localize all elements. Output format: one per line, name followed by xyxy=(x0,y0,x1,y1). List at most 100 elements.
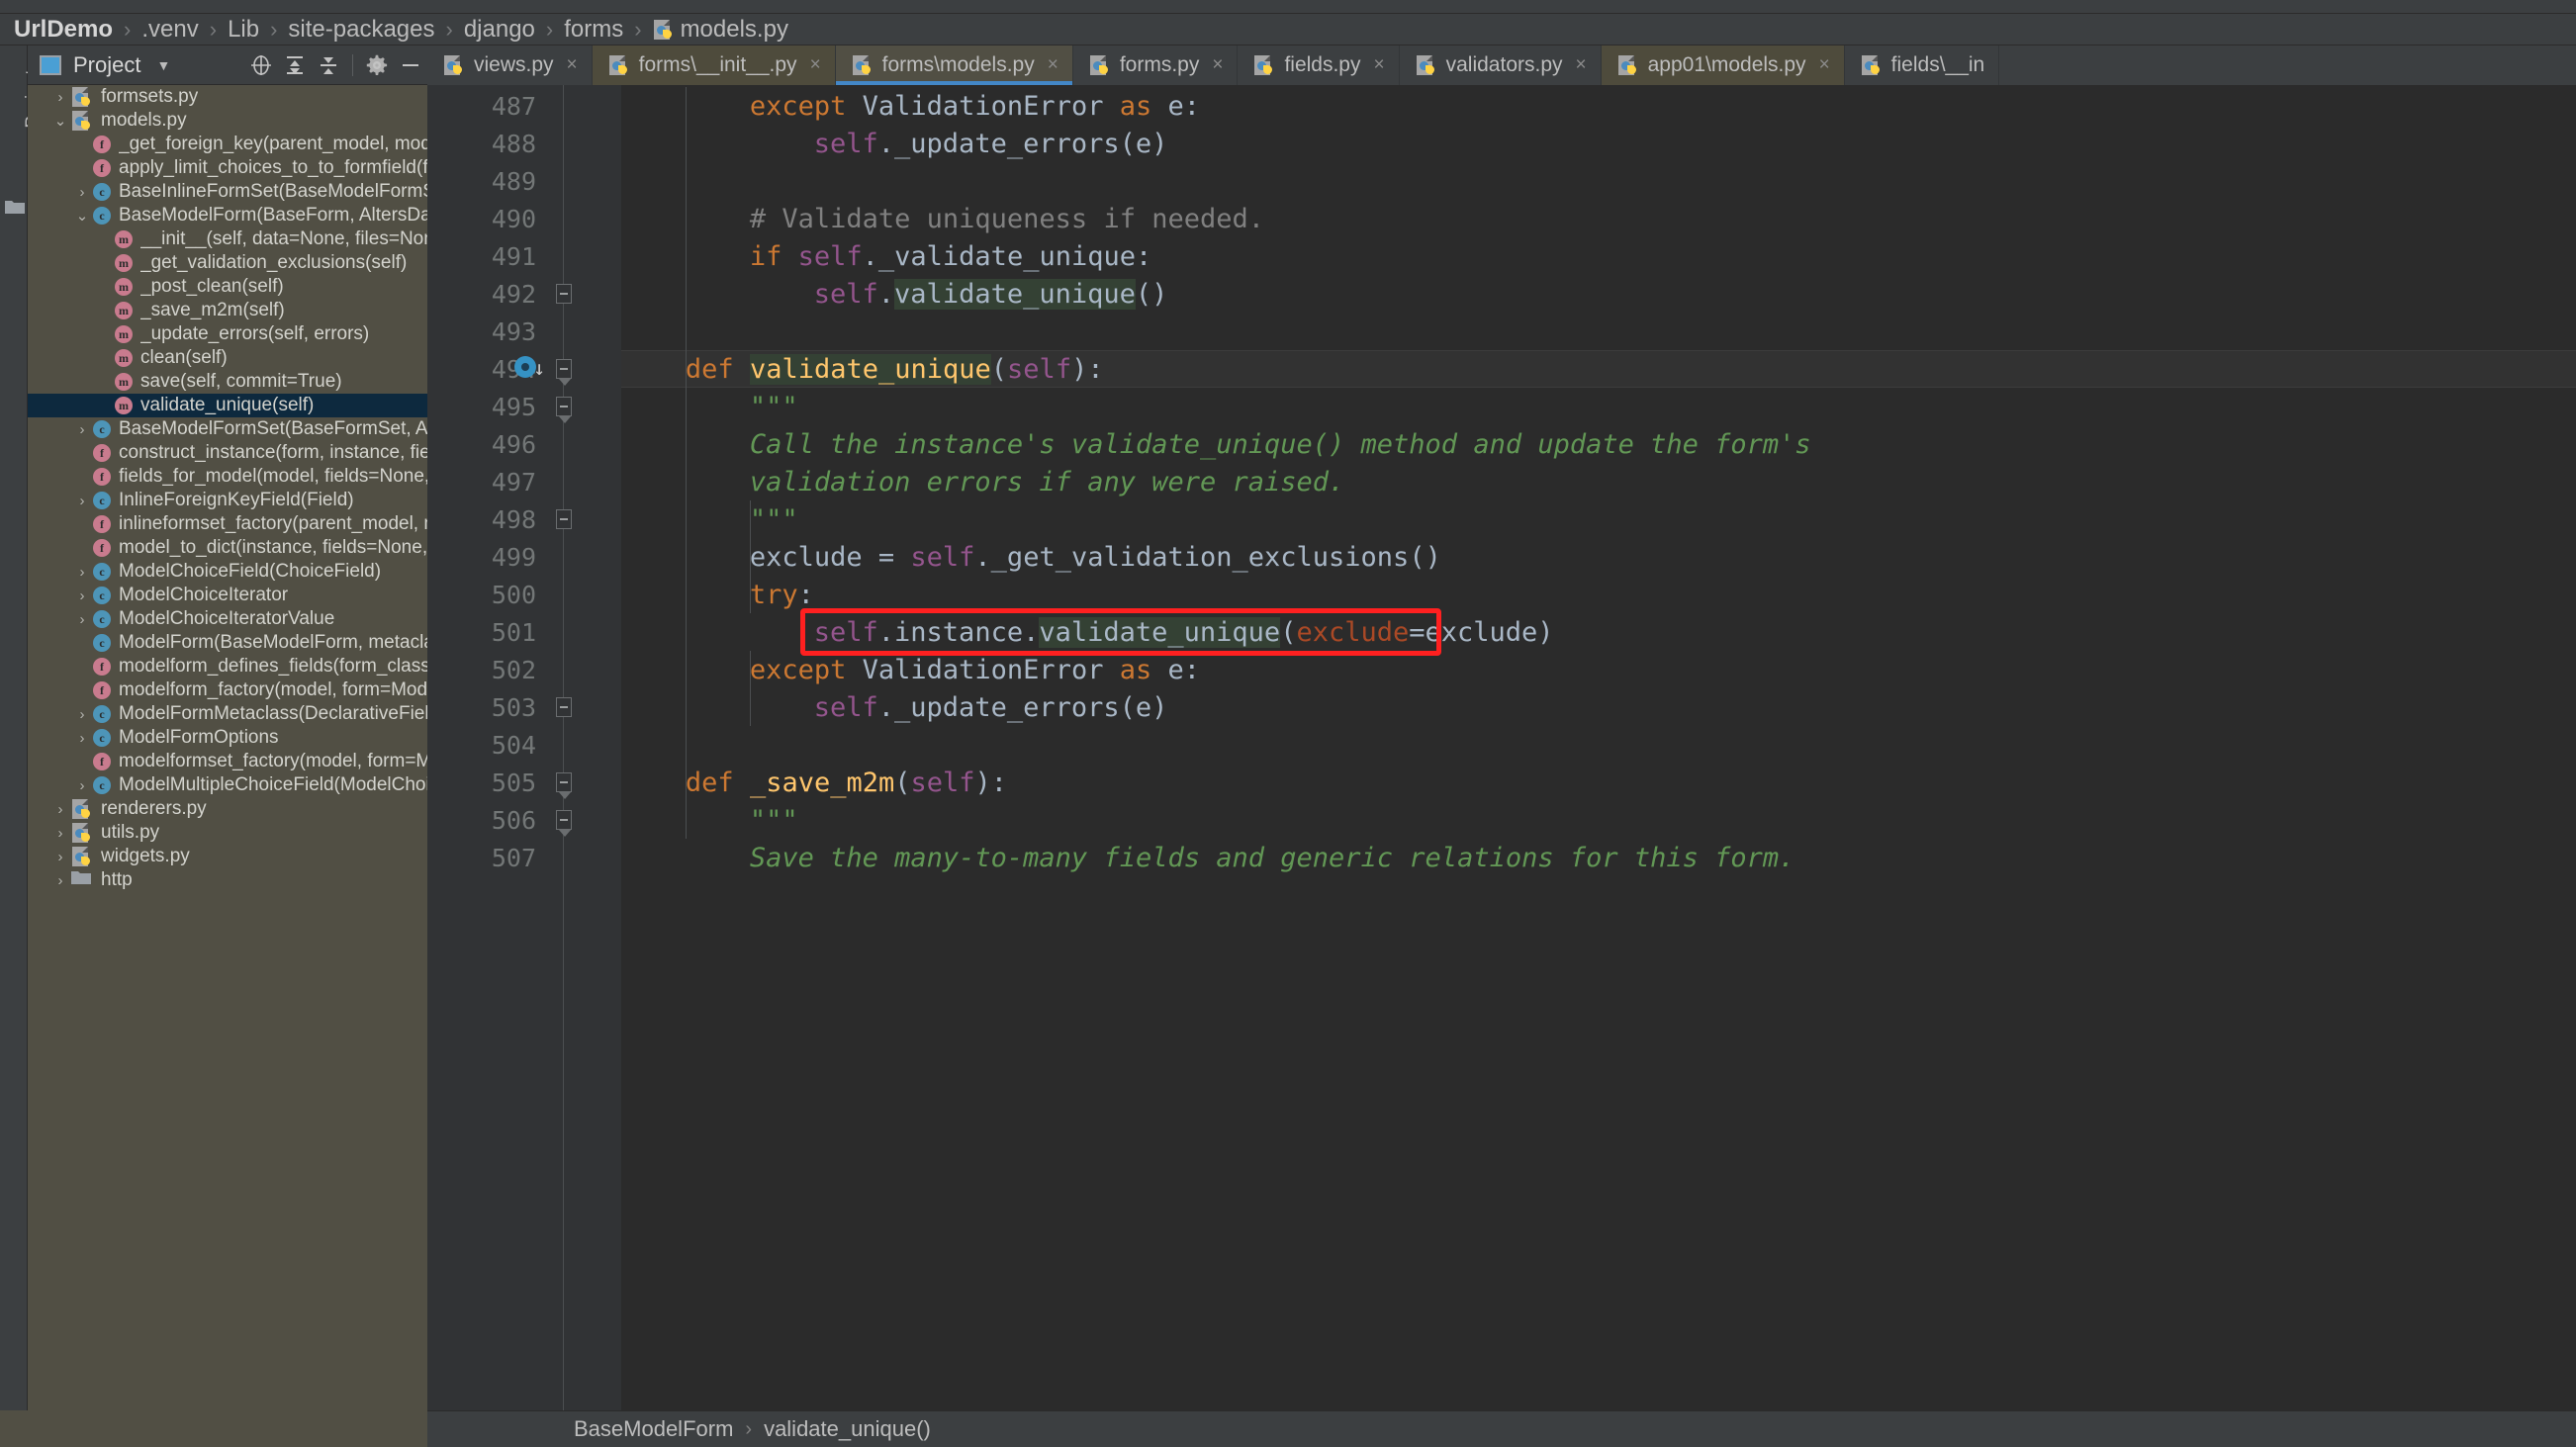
breadcrumb-item-site-packages[interactable]: site-packages xyxy=(288,16,434,44)
editor-tab[interactable]: validators.py × xyxy=(1399,45,1602,85)
editor-tab[interactable]: forms\models.py × xyxy=(835,45,1073,85)
tree-item[interactable]: ›f apply_limit_choices_to_to_formfield(fo… xyxy=(28,156,427,180)
chevron-right-icon[interactable]: › xyxy=(71,493,93,509)
code-line[interactable]: 496 Call the instance's validate_unique()… xyxy=(427,425,2576,463)
code-line[interactable]: 490 # Validate uniqueness if needed. xyxy=(427,200,2576,237)
close-icon[interactable]: × xyxy=(1819,54,1830,76)
code-line[interactable]: 505 def _save_m2m(self): xyxy=(427,764,2576,801)
tree-item[interactable]: › formsets.py xyxy=(28,85,427,109)
close-icon[interactable]: × xyxy=(1576,54,1587,76)
breadcrumb-item-lib[interactable]: Lib xyxy=(228,16,259,44)
chevron-right-icon[interactable]: › xyxy=(49,849,71,865)
chevron-right-icon[interactable]: › xyxy=(71,564,93,581)
editor-tab[interactable]: forms.py × xyxy=(1072,45,1239,85)
tree-item[interactable]: ›c BaseModelFormSet(BaseFormSet, AltersDa xyxy=(28,417,428,441)
collapse-all-icon[interactable] xyxy=(312,45,345,85)
chevron-right-icon[interactable]: › xyxy=(71,588,93,604)
code-line[interactable]: 507 Save the many-to-many fields and gene… xyxy=(427,839,2576,876)
tree-item[interactable]: ›m _get_validation_exclusions(self) xyxy=(28,251,427,275)
chevron-down-icon[interactable]: ▼ xyxy=(156,57,170,73)
breadcrumb-item-urldemo[interactable]: UrlDemo xyxy=(14,16,113,44)
breadcrumb-class[interactable]: BaseModelForm xyxy=(574,1416,733,1442)
code-editor[interactable]: 487 except ValidationError as e: 488 self._… xyxy=(427,85,2576,1410)
tree-item[interactable]: ›c ModelForm(BaseModelForm, metaclass=N xyxy=(28,631,427,655)
tree-item[interactable]: ›c ModelMultipleChoiceField(ModelChoiceFi xyxy=(28,773,428,797)
tree-item[interactable]: › c BaseInlineFormSet(BaseModelFormSet) xyxy=(28,180,428,204)
tree-item[interactable]: ›m save(self, commit=True) xyxy=(28,370,427,394)
code-line[interactable]: 497 validation errors if any were raised. xyxy=(427,463,2576,500)
crosshair-target-icon[interactable] xyxy=(244,45,278,85)
chevron-right-icon[interactable]: › xyxy=(49,825,71,842)
editor-tab[interactable]: views.py × xyxy=(427,45,593,85)
chevron-down-icon[interactable]: ⌄ xyxy=(49,112,71,130)
tree-item[interactable]: ›m _update_errors(self, errors) xyxy=(28,322,427,346)
tree-item[interactable]: ›f inlineformset_factory(parent_model, mo… xyxy=(28,512,427,536)
breadcrumb-item-file[interactable]: models.py xyxy=(681,16,788,44)
code-fold-marker[interactable] xyxy=(556,284,572,304)
tree-item[interactable]: ›f modelform_factory(model, form=ModelFo xyxy=(28,678,427,702)
tree-item[interactable]: › c ModelChoiceIterator xyxy=(28,584,427,607)
close-icon[interactable]: × xyxy=(810,54,821,76)
tree-item[interactable]: ›m _post_clean(self) xyxy=(28,275,427,299)
tree-item[interactable]: ›f _get_foreign_key(parent_model, model, … xyxy=(28,133,427,156)
chevron-right-icon[interactable]: › xyxy=(71,730,93,747)
code-line[interactable]: 501 self.instance.validate_unique(exclude… xyxy=(427,613,2576,651)
code-line[interactable]: 495 """ xyxy=(427,388,2576,425)
tree-item[interactable]: › c ModelChoiceIteratorValue xyxy=(28,607,427,631)
code-line[interactable]: 504 xyxy=(427,726,2576,764)
tree-item[interactable]: ›m __init__(self, data=None, files=None, … xyxy=(28,227,427,251)
code-line[interactable]: 506 """ xyxy=(427,801,2576,839)
tree-item[interactable]: › utils.py xyxy=(28,821,427,845)
tree-item[interactable]: › http xyxy=(28,868,427,892)
code-line[interactable]: 492 self.validate_unique() xyxy=(427,275,2576,313)
chevron-right-icon[interactable]: › xyxy=(71,421,93,438)
code-line[interactable]: 488 self._update_errors(e) xyxy=(427,125,2576,162)
tree-item[interactable]: › c ModelChoiceField(ChoiceField) xyxy=(28,560,427,584)
tree-item[interactable]: ›m _save_m2m(self) xyxy=(28,299,427,322)
close-icon[interactable]: × xyxy=(1374,54,1385,76)
tree-item[interactable]: ›f modelform_defines_fields(form_class) xyxy=(28,655,427,678)
minimize-icon[interactable] xyxy=(394,45,427,85)
gear-icon[interactable] xyxy=(360,45,394,85)
close-icon[interactable]: × xyxy=(567,54,578,76)
editor-tab[interactable]: fields\__in xyxy=(1844,45,2000,85)
chevron-right-icon[interactable]: › xyxy=(49,89,71,106)
breadcrumb-method[interactable]: validate_unique() xyxy=(764,1416,931,1442)
editor-tab[interactable]: forms\__init__.py × xyxy=(592,45,836,85)
tree-item[interactable]: ›f modelformset_factory(model, form=Mode xyxy=(28,750,427,773)
tree-item[interactable]: ›m clean(self) xyxy=(28,346,427,370)
tree-item[interactable]: ›f fields_for_model(model, fields=None, e… xyxy=(28,465,427,489)
code-fold-marker[interactable] xyxy=(556,697,572,717)
editor-tab[interactable]: app01\models.py × xyxy=(1601,45,1845,85)
close-icon[interactable]: × xyxy=(1048,54,1058,76)
tree-item[interactable]: ⌄ models.py xyxy=(28,109,427,133)
tree-item[interactable]: ⌄ c BaseModelForm(BaseForm, AltersData) xyxy=(28,204,427,227)
code-line[interactable]: 493 xyxy=(427,313,2576,350)
code-fold-marker[interactable] xyxy=(556,359,572,386)
breadcrumb-item--venv[interactable]: .venv xyxy=(141,16,198,44)
chevron-right-icon[interactable]: › xyxy=(71,777,93,794)
chevron-down-icon[interactable]: ⌄ xyxy=(71,207,93,225)
tree-item[interactable]: › renderers.py xyxy=(28,797,427,821)
breadcrumb-item-forms[interactable]: forms xyxy=(564,16,623,44)
project-tree[interactable]: ›formsets.py⌄models.py›f_get_foreign_key… xyxy=(28,85,427,1447)
breadcrumb-item-django[interactable]: django xyxy=(464,16,535,44)
expand-all-icon[interactable] xyxy=(278,45,312,85)
code-line[interactable]: 494def validate_unique(self): xyxy=(427,350,2576,388)
code-fold-marker[interactable] xyxy=(556,810,572,837)
tree-item[interactable]: ›f construct_instance(form, instance, fie… xyxy=(28,441,427,465)
tree-item[interactable]: ›m validate_unique(self) xyxy=(28,394,427,417)
close-icon[interactable]: × xyxy=(1212,54,1223,76)
code-fold-marker[interactable] xyxy=(556,772,572,799)
code-fold-marker[interactable] xyxy=(556,397,572,423)
chevron-right-icon[interactable]: › xyxy=(71,184,93,201)
tree-item[interactable]: › c ModelFormOptions xyxy=(28,726,427,750)
code-line[interactable]: 491 if self._validate_unique: xyxy=(427,237,2576,275)
chevron-right-icon[interactable]: › xyxy=(71,706,93,723)
tree-item[interactable]: › widgets.py xyxy=(28,845,427,868)
code-line[interactable]: 487 except ValidationError as e: xyxy=(427,87,2576,125)
tree-item[interactable]: ›c ModelFormMetaclass(DeclarativeFieldsMe xyxy=(28,702,428,726)
chevron-right-icon[interactable]: › xyxy=(49,801,71,818)
chevron-right-icon[interactable]: › xyxy=(49,872,71,889)
tree-item[interactable]: ›f model_to_dict(instance, fields=None, e… xyxy=(28,536,427,560)
